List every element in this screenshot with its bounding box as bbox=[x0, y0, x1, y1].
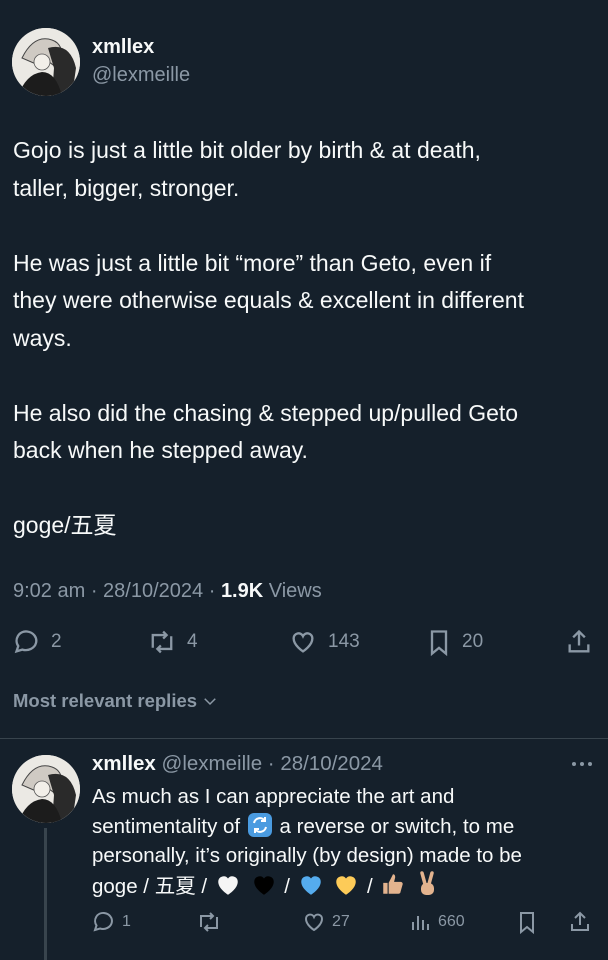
reply-views-button[interactable]: 660 bbox=[408, 910, 465, 934]
tweet-meta: 9:02 am · 28/10/2024 · 1.9K Views bbox=[13, 580, 322, 602]
tweet-date[interactable]: 28/10/2024 bbox=[103, 580, 203, 602]
chevron-down-icon bbox=[204, 698, 216, 706]
reply-button[interactable]: 2 bbox=[13, 628, 62, 656]
share-button[interactable] bbox=[565, 628, 593, 656]
replies-sort-label: Most relevant replies bbox=[13, 690, 198, 711]
share-icon bbox=[568, 629, 590, 653]
reply-reply-button[interactable]: 1 bbox=[92, 910, 131, 934]
reply-like-button[interactable]: 27 bbox=[302, 910, 350, 934]
bookmark-icon bbox=[430, 630, 448, 656]
tweet-time[interactable]: 9:02 am bbox=[13, 580, 85, 602]
reply-date[interactable]: 28/10/2024 bbox=[280, 752, 383, 775]
like-icon bbox=[305, 913, 323, 932]
bookmark-button[interactable]: 20 bbox=[426, 628, 483, 656]
bookmark-icon bbox=[520, 912, 534, 934]
like-button[interactable]: 143 bbox=[288, 628, 360, 656]
replies-sort-toggle[interactable]: Most relevant replies bbox=[13, 690, 219, 712]
black-heart-icon bbox=[253, 875, 274, 895]
avatar-image bbox=[12, 28, 80, 96]
avatar-image bbox=[12, 755, 80, 823]
author-avatar[interactable] bbox=[12, 28, 80, 96]
views-icon bbox=[412, 916, 429, 930]
reply-reply-count: 1 bbox=[122, 913, 131, 930]
victory-hand-icon bbox=[420, 870, 435, 895]
reply-views-count: 660 bbox=[438, 913, 465, 930]
replies-divider bbox=[0, 738, 608, 739]
thumbs-up-icon bbox=[383, 873, 404, 894]
bookmark-count: 20 bbox=[462, 631, 484, 652]
thread-line bbox=[44, 828, 47, 960]
reply-line-4: goge / 五夏 / / / bbox=[92, 870, 602, 902]
reply-line-1: As much as I can appreciate the art and bbox=[92, 785, 455, 808]
yellow-heart-icon bbox=[336, 875, 357, 895]
tweet-text: Gojo is just a little bit older by birth… bbox=[13, 137, 524, 538]
reply-like-count: 27 bbox=[332, 913, 350, 930]
reply-repost-button[interactable] bbox=[196, 910, 222, 934]
views-label: Views bbox=[268, 580, 322, 602]
reply-text: As much as I can appreciate the art and … bbox=[92, 782, 602, 901]
reply-author-handle[interactable]: @lexmeille bbox=[162, 752, 263, 775]
reply-line-3: personally, it’s originally (by design) … bbox=[92, 844, 522, 867]
reply-bookmark-button[interactable] bbox=[516, 910, 538, 934]
author-handle[interactable]: @lexmeille bbox=[92, 64, 190, 87]
reply-icon bbox=[93, 911, 113, 932]
reply-line-2: sentimentality of a reverse or switch, t… bbox=[92, 812, 515, 838]
repost-button[interactable]: 4 bbox=[147, 628, 198, 656]
repost-icon bbox=[151, 630, 173, 654]
more-button[interactable] bbox=[570, 756, 594, 777]
author-name[interactable]: xmllex bbox=[92, 36, 154, 59]
more-icon bbox=[572, 762, 592, 766]
white-heart-icon bbox=[218, 875, 238, 895]
blue-heart-icon bbox=[300, 875, 321, 895]
reply-count: 2 bbox=[51, 631, 62, 652]
repost-icon bbox=[200, 912, 218, 932]
share-icon bbox=[571, 911, 589, 931]
reply-author-name[interactable]: xmllex bbox=[92, 752, 156, 775]
reply-icon bbox=[14, 630, 38, 654]
repeat-emoji-icon bbox=[247, 812, 272, 837]
reply-avatar[interactable] bbox=[12, 755, 80, 823]
repost-count: 4 bbox=[187, 631, 198, 652]
reply-header: xmllex @lexmeille · 28/10/2024 bbox=[92, 752, 383, 775]
like-count: 143 bbox=[328, 631, 360, 652]
like-icon bbox=[292, 632, 314, 653]
views-count: 1.9K bbox=[220, 580, 264, 602]
reply-share-button[interactable] bbox=[568, 910, 592, 934]
